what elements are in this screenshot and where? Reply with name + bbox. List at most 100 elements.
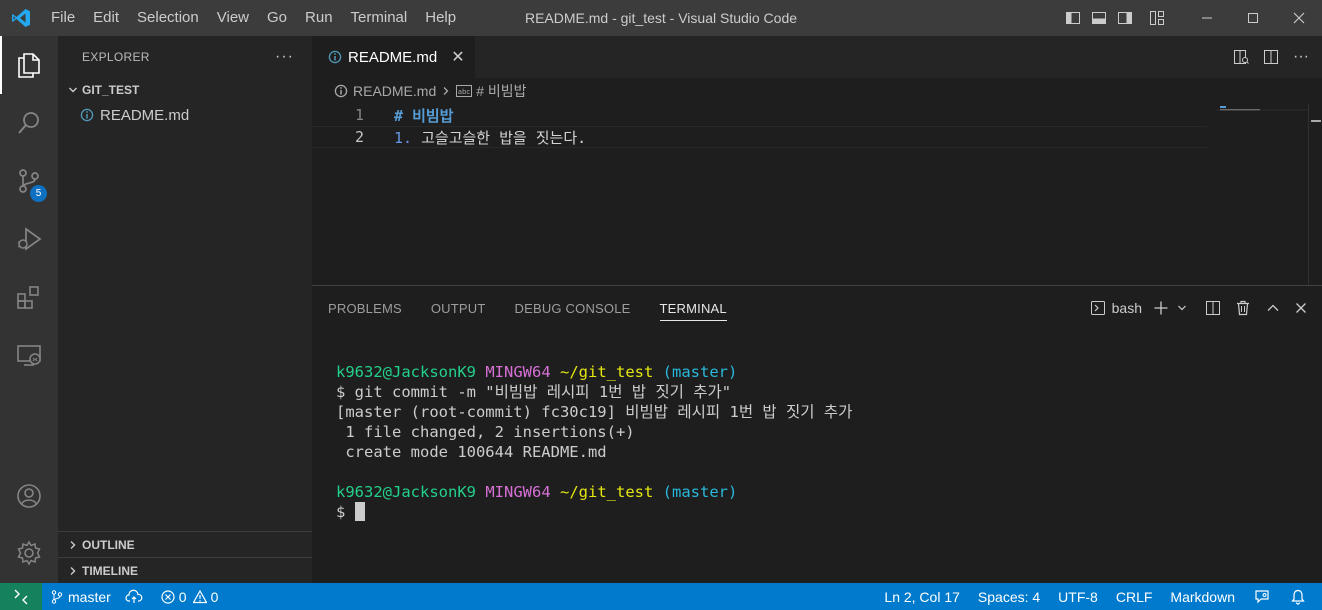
editor-scrollbar[interactable] xyxy=(1308,104,1322,285)
more-actions-icon[interactable]: ··· xyxy=(275,48,294,66)
run-and-debug-icon[interactable] xyxy=(0,210,58,268)
menu-selection[interactable]: Selection xyxy=(128,0,208,36)
tab-output[interactable]: OUTPUT xyxy=(431,286,486,330)
cursor-position[interactable]: Ln 2, Col 17 xyxy=(875,583,969,610)
terminal-output-line: 1 file changed, 2 insertions(+) xyxy=(336,423,635,441)
accounts-icon[interactable] xyxy=(0,467,58,525)
explorer-icon[interactable] xyxy=(0,36,58,94)
encoding[interactable]: UTF-8 xyxy=(1049,583,1107,610)
menu-file[interactable]: File xyxy=(42,0,84,36)
trash-icon[interactable] xyxy=(1228,293,1258,323)
menu-bar: File Edit Selection View Go Run Terminal… xyxy=(42,0,465,36)
language-mode[interactable]: Markdown xyxy=(1161,583,1244,610)
remote-indicator-icon[interactable] xyxy=(0,583,42,610)
info-icon xyxy=(76,108,98,122)
warning-icon xyxy=(192,589,207,603)
menu-edit[interactable]: Edit xyxy=(84,0,128,36)
branch-indicator[interactable]: master xyxy=(42,583,119,610)
close-tab-icon[interactable]: ✕ xyxy=(451,47,464,67)
vscode-logo-icon xyxy=(0,0,42,36)
minimap[interactable] xyxy=(1216,104,1308,120)
terminal-prompt: k9632@JacksonK9 MINGW64 ~/git_test (mast… xyxy=(336,483,738,501)
timeline-section[interactable]: TIMELINE xyxy=(58,557,312,583)
sync-icon[interactable] xyxy=(119,583,153,610)
tab-readme[interactable]: README.md ✕ xyxy=(312,36,475,78)
terminal-cursor xyxy=(354,502,365,521)
outline-label: OUTLINE xyxy=(82,537,135,552)
breadcrumb-file[interactable]: README.md xyxy=(353,83,436,99)
customize-layout-icon[interactable] xyxy=(1144,0,1170,36)
chevron-right-icon xyxy=(64,566,82,576)
code-line[interactable]: 1 # 비빔밥 xyxy=(312,104,1212,126)
maximize-icon[interactable] xyxy=(1230,0,1276,36)
menu-terminal[interactable]: Terminal xyxy=(342,0,417,36)
notifications-bell-icon[interactable] xyxy=(1284,583,1322,610)
tab-label: README.md xyxy=(348,48,438,66)
terminal-prompt: k9632@JacksonK9 MINGW64 ~/git_test (mast… xyxy=(336,363,738,381)
breadcrumb-symbol[interactable]: # 비빔밥 xyxy=(476,81,526,101)
list-text: 고슬고슬한 밥을 짓는다. xyxy=(421,128,587,147)
close-window-icon[interactable] xyxy=(1276,0,1322,36)
menu-help[interactable]: Help xyxy=(416,0,465,36)
tab-debug-console[interactable]: DEBUG CONSOLE xyxy=(515,286,631,330)
feedback-icon[interactable] xyxy=(1244,583,1284,610)
indentation[interactable]: Spaces: 4 xyxy=(969,583,1049,610)
tab-problems[interactable]: PROBLEMS xyxy=(328,286,402,330)
title-bar: File Edit Selection View Go Run Terminal… xyxy=(0,0,1322,36)
end-of-line[interactable]: CRLF xyxy=(1107,583,1162,610)
manage-gear-icon[interactable] xyxy=(0,524,58,582)
editor-area: README.md ✕ ··· README.md abc # 비빔밥 1 # xyxy=(312,36,1322,285)
remote-explorer-icon[interactable] xyxy=(0,326,58,384)
terminal-shell-selector[interactable]: bash xyxy=(1084,293,1148,323)
close-panel-icon[interactable] xyxy=(1288,293,1314,323)
terminal-output[interactable]: k9632@JacksonK9 MINGW64 ~/git_test (mast… xyxy=(336,362,852,522)
file-readme[interactable]: README.md xyxy=(58,102,312,128)
folder-git-test[interactable]: GIT_TEST xyxy=(58,78,312,102)
chevron-right-icon xyxy=(64,540,82,550)
menu-go[interactable]: Go xyxy=(258,0,296,36)
source-control-icon[interactable]: 5 xyxy=(0,152,58,210)
tab-terminal[interactable]: TERMINAL xyxy=(659,286,728,330)
open-preview-icon[interactable] xyxy=(1226,42,1256,72)
heading-text: 비빔밥 xyxy=(412,106,454,125)
folder-name: GIT_TEST xyxy=(82,83,140,97)
menu-run[interactable]: Run xyxy=(296,0,342,36)
string-symbol-icon: abc xyxy=(456,84,473,98)
maximize-panel-icon[interactable] xyxy=(1258,293,1288,323)
status-bar: master 0 0 Ln 2, Col 17 Spaces: 4 UTF-8 … xyxy=(0,583,1322,610)
line-number: 1 xyxy=(354,106,364,124)
warning-count: 0 xyxy=(210,588,219,605)
terminal-command: $ git commit -m "비빔밥 레시피 1번 밥 짓기 추가" xyxy=(336,383,732,401)
extensions-icon[interactable] xyxy=(0,268,58,326)
tab-bar: README.md ✕ ··· xyxy=(312,36,1322,78)
error-count: 0 xyxy=(178,588,187,605)
git-branch-icon xyxy=(51,589,63,604)
bottom-panel: PROBLEMS OUTPUT DEBUG CONSOLE TERMINAL b… xyxy=(312,285,1322,583)
timeline-label: TIMELINE xyxy=(82,563,138,578)
explorer-title: EXPLORER xyxy=(82,50,150,64)
more-actions-icon[interactable]: ··· xyxy=(1286,42,1316,72)
error-icon xyxy=(161,589,175,604)
svg-text:abc: abc xyxy=(458,88,471,96)
toggle-secondary-sidebar-icon[interactable] xyxy=(1112,0,1138,36)
search-icon[interactable] xyxy=(0,94,58,152)
split-terminal-icon[interactable] xyxy=(1198,293,1228,323)
split-editor-icon[interactable] xyxy=(1256,42,1286,72)
terminal-output-line: create mode 100644 README.md xyxy=(336,443,607,461)
terminal-input-line[interactable]: $ xyxy=(336,502,852,522)
chevron-right-icon xyxy=(441,83,451,99)
toggle-panel-icon[interactable] xyxy=(1086,0,1112,36)
menu-view[interactable]: View xyxy=(208,0,258,36)
heading-marker: # xyxy=(394,106,413,125)
toggle-primary-sidebar-icon[interactable] xyxy=(1060,0,1086,36)
minimize-icon[interactable] xyxy=(1184,0,1230,36)
code-editor[interactable]: 1 # 비빔밥 2 1. 고슬고슬한 밥을 짓는다. xyxy=(312,104,1212,148)
chevron-down-icon[interactable] xyxy=(1174,293,1190,323)
problems-indicator[interactable]: 0 0 xyxy=(153,583,227,610)
breadcrumb: README.md abc # 비빔밥 xyxy=(312,78,1322,104)
new-terminal-icon[interactable] xyxy=(1148,293,1174,323)
list-marker: 1. xyxy=(394,128,422,147)
explorer-sidebar: EXPLORER ··· GIT_TEST README.md OUTLINE … xyxy=(58,36,312,583)
outline-section[interactable]: OUTLINE xyxy=(58,531,312,557)
code-line-current[interactable]: 2 1. 고슬고슬한 밥을 짓는다. xyxy=(312,126,1207,148)
